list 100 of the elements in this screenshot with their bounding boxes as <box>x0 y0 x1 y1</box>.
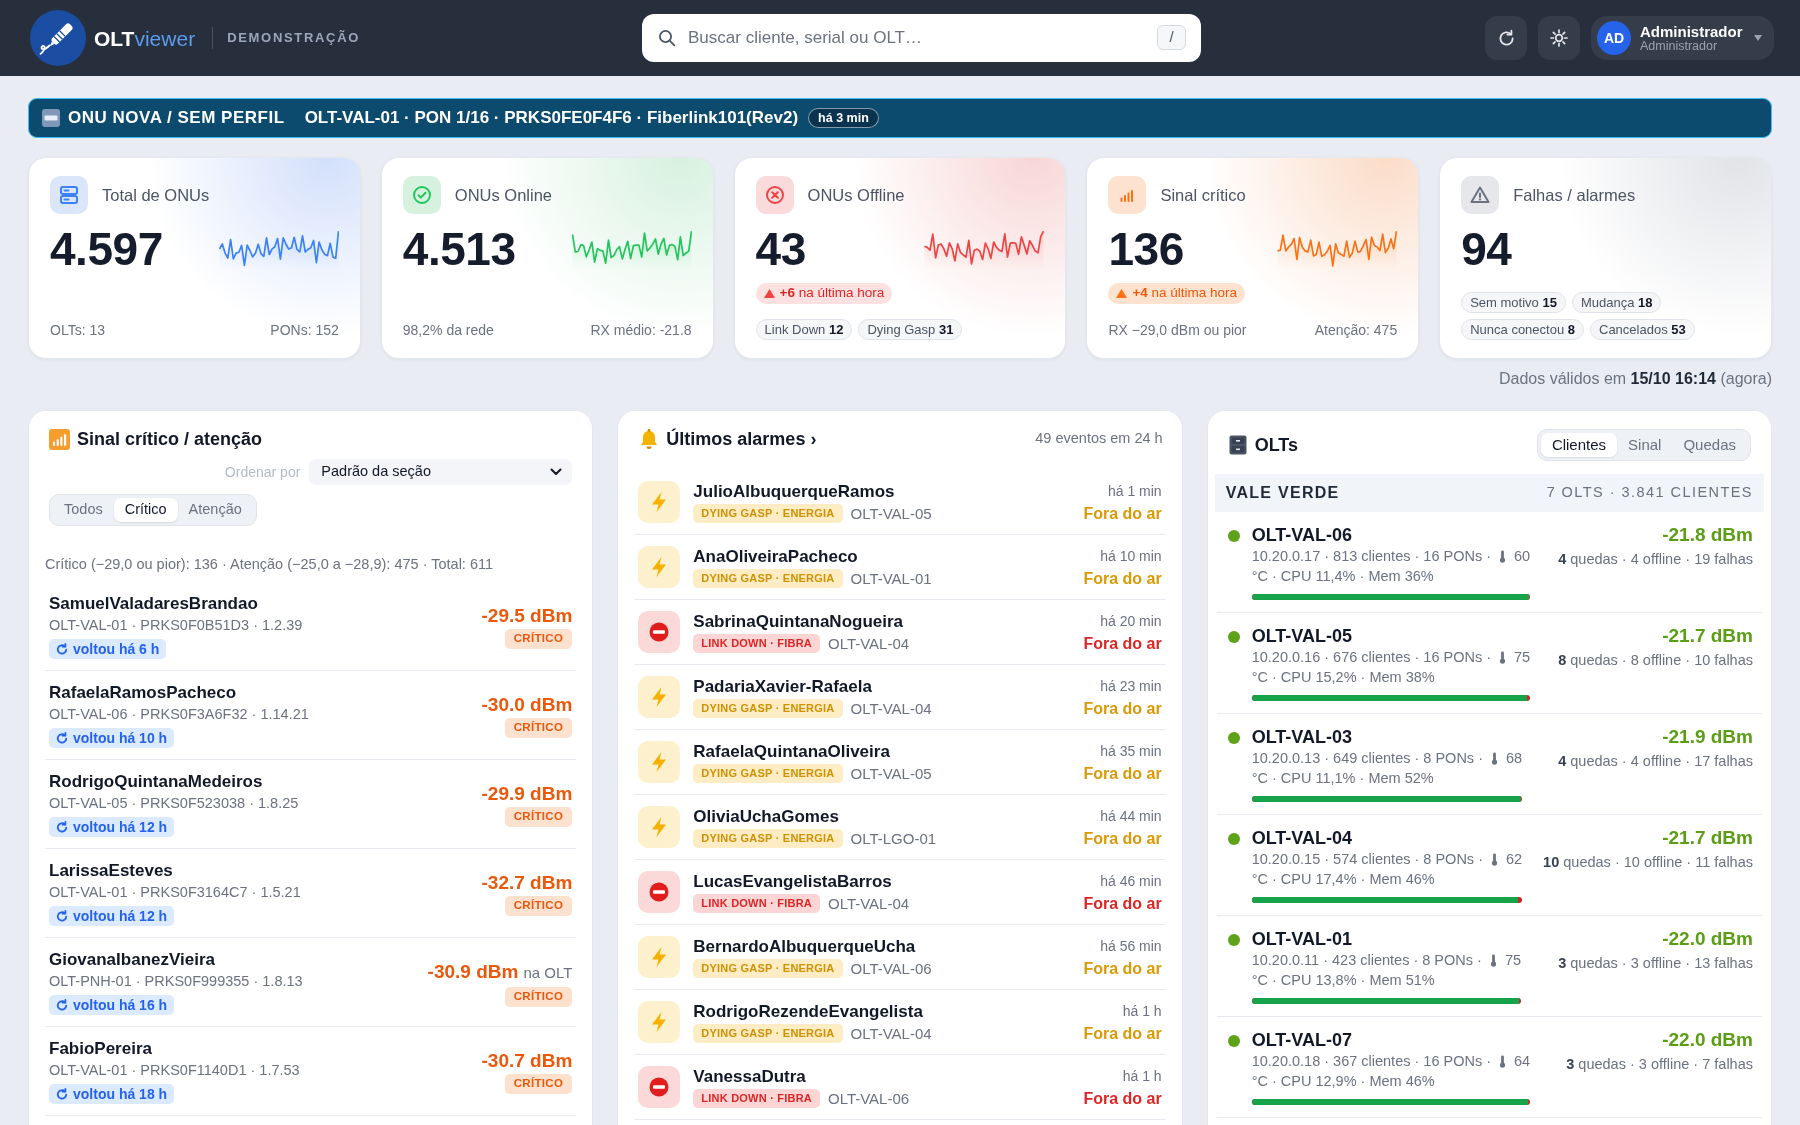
alarm-status: Fora do ar <box>1083 504 1162 523</box>
count-tag: Sem motivo 15 <box>1461 292 1566 313</box>
olt-temperature: 64 <box>1514 1052 1531 1071</box>
olt-signal: -21.7 dBm <box>1662 827 1753 849</box>
client-name: SamuelValadaresBrandao <box>49 593 258 615</box>
count-tag: Mudança 18 <box>1571 292 1662 313</box>
olt-name: OLT-VAL-01 <box>1251 928 1353 950</box>
theme-button[interactable] <box>1538 16 1580 60</box>
sort-select[interactable]: Padrão da seção <box>309 459 573 485</box>
warning-icon <box>1461 176 1500 214</box>
refresh-icon <box>56 999 68 1011</box>
stat-value: 43 <box>755 226 806 272</box>
stat-value: 94 <box>1461 226 1512 272</box>
count-tag: Cancelados 53 <box>1590 319 1695 340</box>
olt-temperature: 68 <box>1506 749 1523 768</box>
olt-load: °C · CPU 12,9% · Mem 46% <box>1251 1072 1436 1091</box>
lightning-icon <box>638 806 681 848</box>
olt-load: °C · CPU 17,4% · Mem 46% <box>1251 870 1436 889</box>
refresh-button[interactable] <box>1485 16 1527 60</box>
olt-signal: -22.0 dBm <box>1662 1029 1753 1051</box>
refresh-icon <box>56 732 68 744</box>
refresh-icon <box>56 1088 68 1100</box>
severity-tag: CRÍTICO <box>504 986 573 1007</box>
severity-tag: CRÍTICO <box>504 896 573 916</box>
olt-stats: 3 quedas · 3 offline · 13 falhas <box>1558 954 1753 973</box>
footer-text: 98,2% da rede <box>402 321 494 340</box>
lightning-icon <box>638 481 681 523</box>
thermometer-icon <box>1499 650 1507 664</box>
triangle-up-icon <box>1116 289 1128 298</box>
group-summary: 7 OLTS · 3.841 CLIENTES <box>1546 483 1753 503</box>
recovered-text: voltou há 18 h <box>73 1084 168 1104</box>
alarm-time: há 1 min <box>1107 482 1162 501</box>
alarm-tag: DYING GASP · ENERGIA <box>693 504 843 523</box>
no-entry-icon <box>638 611 681 653</box>
alarm-status: Fora do ar <box>1083 764 1162 783</box>
refresh-icon <box>56 821 68 833</box>
client-detail: OLT-VAL-01 · PRKS0F1140D1 · 1.7.53 <box>49 1061 300 1080</box>
sort-tab[interactable]: Clientes <box>1540 433 1618 457</box>
signal-value: -30.0 dBm <box>481 694 573 716</box>
client-name: RafaelaQuintanaOliveira <box>693 741 890 762</box>
client-name: RodrigoQuintanaMedeiros <box>49 771 263 793</box>
alarms-title-link[interactable]: Últimos alarmes › <box>666 425 817 453</box>
alarm-time: há 10 min <box>1100 547 1162 566</box>
alarm-status: Fora do ar <box>1083 959 1162 978</box>
lightning-icon <box>638 676 681 718</box>
event-count: 49 eventos em 24 h <box>1035 429 1163 449</box>
alarm-status: Fora do ar <box>1083 569 1162 588</box>
alarm-time: há 1 h <box>1122 1067 1162 1086</box>
olt-name: OLT-VAL-06 <box>828 1089 910 1108</box>
olt-signal: -22.0 dBm <box>1662 928 1753 950</box>
alarm-tag: DYING GASP · ENERGIA <box>693 699 843 718</box>
olt-temperature: 62 <box>1506 850 1523 869</box>
sun-icon <box>1549 28 1569 48</box>
user-menu[interactable]: AD Administrador Administrador <box>1591 16 1774 60</box>
refresh-icon <box>1496 28 1516 48</box>
client-name: LucasEvangelistaBarros <box>693 871 892 892</box>
count-tag: Dying Gasp 31 <box>858 319 963 340</box>
olt-name: OLT-LGO-01 <box>850 829 937 848</box>
olt-name: OLT-VAL-07 <box>1251 1029 1353 1051</box>
sort-tab[interactable]: Quedas <box>1672 433 1747 457</box>
signal-value: -29.9 dBm <box>481 783 573 805</box>
caret-icon <box>1754 35 1762 41</box>
severity-tag: CRÍTICO <box>504 1074 573 1094</box>
client-name: RodrigoRezendeEvangelista <box>693 1001 923 1022</box>
sort-tab[interactable]: Sinal <box>1617 433 1673 457</box>
client-name: JulioAlbuquerqueRamos <box>693 481 895 502</box>
recovered-text: voltou há 12 h <box>73 817 168 837</box>
recovered-text: voltou há 6 h <box>73 639 160 659</box>
lightning-icon <box>638 1001 681 1043</box>
olt-name: OLT-VAL-05 <box>1251 625 1353 647</box>
shortcut-key: / <box>1157 25 1186 50</box>
filter-tab[interactable]: Crítico <box>113 498 178 522</box>
user-role: Administrador <box>1640 39 1718 53</box>
trend-text: +4 na última hora <box>1132 284 1238 303</box>
recovered-text: voltou há 10 h <box>73 728 168 748</box>
alarm-status: Fora do ar <box>1083 829 1162 848</box>
panel-title: Sinal crítico / atenção <box>77 427 263 451</box>
footer-text: OLTs: 13 <box>50 321 105 340</box>
client-name: FabioPereira <box>49 1038 152 1060</box>
alert-title: ONU NOVA / SEM PERFIL <box>68 107 285 130</box>
alarm-status: Fora do ar <box>1083 1089 1162 1108</box>
filter-tab[interactable]: Atenção <box>177 498 253 522</box>
alarm-time: há 44 min <box>1100 807 1162 826</box>
alarm-tag: LINK DOWN · FIBRA <box>693 634 820 653</box>
lightning-icon <box>638 546 681 588</box>
stat-value: 4.597 <box>50 226 163 272</box>
panel-title: OLTs <box>1254 433 1298 457</box>
client-name: OliviaUchaGomes <box>693 806 839 827</box>
cabinet-icon <box>1228 435 1247 455</box>
olt-info: 10.20.0.11 · 423 clientes · 8 PONs · <box>1251 951 1482 970</box>
alarm-tag: DYING GASP · ENERGIA <box>693 569 843 588</box>
severity-tag: CRÍTICO <box>504 718 573 738</box>
olt-temperature: 75 <box>1514 648 1531 667</box>
card-title: Falhas / alarmes <box>1513 184 1636 206</box>
user-name: Administrador <box>1640 23 1743 40</box>
client-detail: OLT-PNH-01 · PRKS0F999355 · 1.8.13 <box>49 972 303 991</box>
lightning-icon <box>638 741 681 783</box>
refresh-icon <box>56 643 68 655</box>
environment-label: DEMONSTRAÇÃO <box>227 29 361 48</box>
filter-tab[interactable]: Todos <box>53 498 114 522</box>
